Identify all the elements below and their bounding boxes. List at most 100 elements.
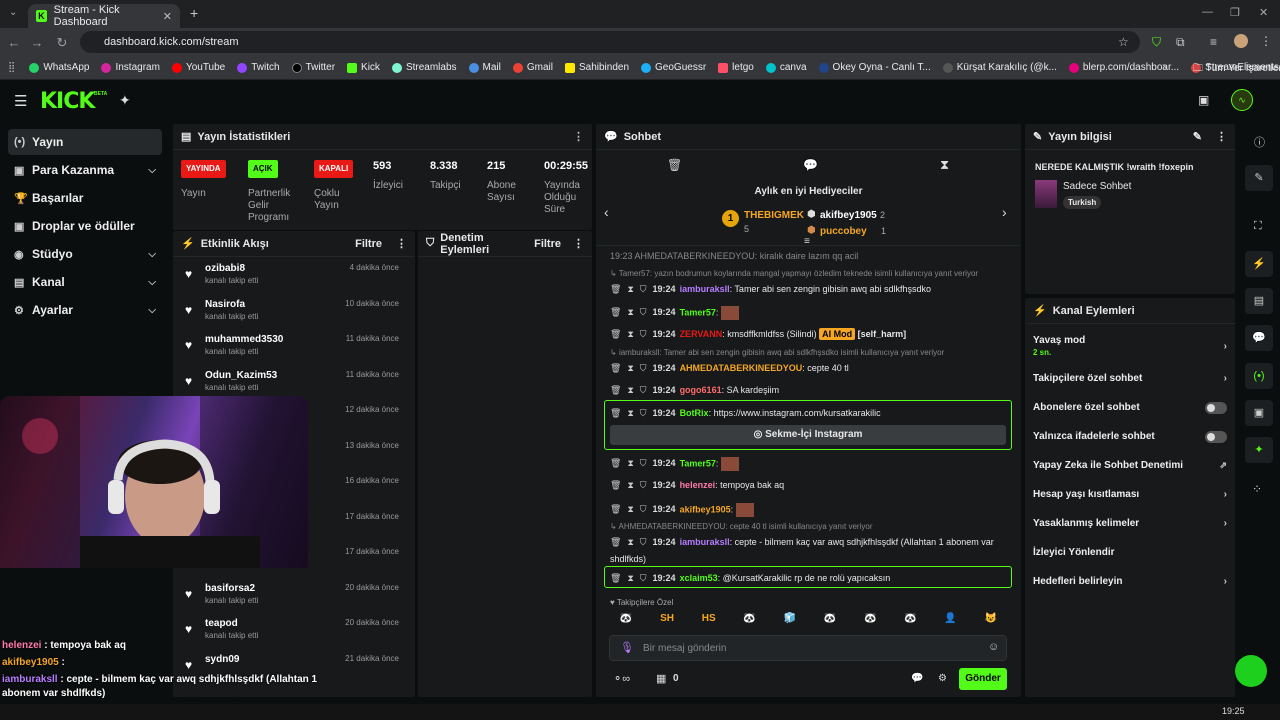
message-username[interactable]: Tamer57	[680, 307, 716, 317]
delete-message-icon[interactable]: 🗑	[610, 458, 621, 468]
chat-bubble-icon[interactable]: 💬	[911, 673, 923, 684]
gifter-name[interactable]: puccobey	[820, 226, 867, 237]
more-options-icon[interactable]: ⋮	[573, 130, 584, 143]
reload-icon[interactable]: ↻	[51, 35, 73, 51]
forward-icon[interactable]: →	[26, 35, 48, 50]
channel-points-icon[interactable]: ⚬∞	[613, 672, 630, 685]
message-username[interactable]: gogo6161	[680, 385, 722, 395]
more-options-icon[interactable]: ⋮	[573, 237, 584, 250]
toggle-switch[interactable]	[1205, 430, 1227, 443]
sidebar-item-para-kazanma[interactable]: ▣ Para Kazanma ⌵	[8, 157, 162, 183]
tools-icon[interactable]: ✦	[119, 92, 131, 109]
sidebar-item-yayin[interactable]: (•) Yayın	[8, 129, 162, 155]
ban-shield-icon[interactable]: ⛉	[640, 480, 647, 490]
url-input[interactable]: dashboard.kick.com/stream	[80, 31, 1140, 53]
emote-button[interactable]: 🐼	[743, 613, 755, 624]
layout-rail-button[interactable]: ▣	[1245, 400, 1273, 426]
bookmark-item[interactable]: Kürşat Karakılıç (@k...	[942, 62, 1057, 73]
delete-message-icon[interactable]: 🗑	[610, 329, 621, 339]
bolt-rail-button[interactable]: ⚡	[1245, 251, 1273, 277]
emote-button[interactable]: 😺	[985, 613, 997, 624]
channel-action-item[interactable]: Yapay Zeka ile Sohbet Denetimi ⇗	[1025, 451, 1235, 480]
user-avatar[interactable]: ∿	[1231, 89, 1253, 111]
media-icon[interactable]: ≡	[1210, 35, 1217, 49]
channel-action-item[interactable]: Takipçilere özel sohbet ›	[1025, 364, 1235, 393]
gifter-name[interactable]: akifbey1905	[820, 210, 877, 221]
ban-shield-icon[interactable]: ⛉	[640, 307, 647, 317]
tab-search-icon[interactable]: ⌄	[9, 7, 17, 18]
message-username[interactable]: iamburaksll	[680, 284, 730, 294]
sidebar-item-ayarlar[interactable]: ⚙ Ayarlar ⌵	[8, 297, 162, 323]
broadcast-rail-button[interactable]: (•)	[1245, 363, 1273, 389]
external-link-icon[interactable]: ⇗	[1219, 460, 1227, 471]
emote-button[interactable]: 🐼	[904, 613, 916, 624]
collapse-icon[interactable]: ≡	[804, 236, 810, 247]
timeout-icon[interactable]: ⧗	[627, 307, 633, 317]
emote-button[interactable]: HS	[702, 613, 716, 624]
sidebar-item-droplar[interactable]: ▣ Droplar ve ödüller	[8, 213, 162, 239]
trash-icon[interactable]: 🗑	[667, 158, 682, 172]
delete-message-icon[interactable]: 🗑	[610, 307, 621, 317]
mic-icon[interactable]: 🎙	[620, 641, 634, 654]
widgets-icon[interactable]: ⁘	[1252, 482, 1262, 496]
minimize-icon[interactable]: —	[1202, 6, 1213, 18]
hamburger-menu-icon[interactable]: ☰	[14, 92, 27, 110]
message-username[interactable]: helenzei	[680, 480, 716, 490]
browser-tab[interactable]: K Stream - Kick Dashboard ✕	[28, 4, 180, 28]
emote-button[interactable]: 🐼	[864, 613, 876, 624]
bookmark-item[interactable]: Instagram	[101, 62, 160, 73]
sidebar-item-basarilar[interactable]: 🏆 Başarılar	[8, 185, 162, 211]
moderation-filter-button[interactable]: Filtre	[534, 238, 561, 250]
delete-message-icon[interactable]: 🗑	[610, 363, 621, 373]
browser-menu-icon[interactable]: ⋮	[1260, 34, 1272, 48]
timeout-icon[interactable]: ⧗	[627, 363, 633, 373]
all-bookmarks-folder[interactable]: 🗀 Tüm Yer İşaretleri	[1193, 61, 1280, 78]
more-options-icon[interactable]: ⋮	[1216, 130, 1227, 143]
bookmark-item[interactable]: Gmail	[512, 62, 553, 73]
bookmark-item[interactable]: Okey Oyna - Canlı T...	[818, 62, 931, 73]
close-window-icon[interactable]: ✕	[1259, 6, 1268, 19]
instagram-button[interactable]: ◎ Sekme-İçi Instagram	[610, 425, 1006, 445]
new-tab-icon[interactable]: +	[190, 5, 198, 21]
ban-shield-icon[interactable]: ⛉	[640, 284, 647, 294]
channel-action-item[interactable]: Hesap yaşı kısıtlaması ›	[1025, 480, 1235, 509]
emoji-icon[interactable]: ☺	[988, 641, 999, 653]
chat-mode-icon[interactable]: 💬	[803, 158, 818, 172]
info-icon[interactable]: ⓘ	[1254, 134, 1265, 150]
timeout-icon[interactable]: ⧗	[627, 480, 633, 490]
kick-logo[interactable]: KICK	[40, 89, 95, 114]
channel-action-item[interactable]: Yasaklanmış kelimeler ›	[1025, 509, 1235, 538]
activity-filter-button[interactable]: Filtre	[355, 238, 382, 250]
chat-rail-button[interactable]: 💬	[1245, 325, 1273, 351]
fullscreen-icon[interactable]: ⛶	[1254, 220, 1262, 233]
emote-button[interactable]: 🐼	[620, 613, 632, 624]
bookmark-item[interactable]: Kick	[347, 62, 380, 73]
chat-input[interactable]: 🎙 Bir mesaj gönderin ☺	[609, 635, 1007, 661]
creator-icon[interactable]: ▣	[1198, 93, 1209, 107]
bookmark-item[interactable]: Twitch	[237, 62, 280, 73]
timeout-icon[interactable]: ⧗	[627, 504, 633, 514]
message-username[interactable]: ZERVANN	[680, 329, 723, 339]
maximize-icon[interactable]: ❐	[1230, 6, 1240, 19]
apps-grid-icon[interactable]: ⣿	[8, 62, 15, 73]
message-username[interactable]: akifbey1905	[680, 504, 731, 514]
bookmark-item[interactable]: YouTube	[171, 62, 225, 73]
bookmark-item[interactable]: letgo	[718, 62, 754, 73]
back-icon[interactable]: ←	[3, 35, 25, 50]
bookmark-item[interactable]: Twitter	[291, 62, 335, 73]
channel-action-item[interactable]: Abonelere özel sohbet	[1025, 393, 1235, 422]
ban-shield-icon[interactable]: ⛉	[640, 504, 647, 514]
bookmark-item[interactable]: canva	[765, 62, 807, 73]
next-arrow-icon[interactable]: ›	[1002, 204, 1007, 220]
channel-action-item[interactable]: İzleyici Yönlendir	[1025, 538, 1235, 567]
bookmark-item[interactable]: GeoGuessr	[641, 62, 706, 73]
channel-action-item[interactable]: Yavaş mod 2 sn. ›	[1025, 328, 1235, 364]
ban-shield-icon[interactable]: ⛉	[640, 458, 647, 468]
channel-action-item[interactable]: Yalnızca ifadelerle sohbet	[1025, 422, 1235, 451]
sidebar-item-kanal[interactable]: ▤ Kanal ⌵	[8, 269, 162, 295]
more-bookmarks-icon[interactable]: »	[1162, 61, 1168, 72]
send-button[interactable]: Gönder	[959, 668, 1007, 690]
tools-rail-button[interactable]: ✦	[1245, 437, 1273, 463]
sidebar-item-studyo[interactable]: ◉ Stüdyo ⌵	[8, 241, 162, 267]
bookmark-item[interactable]: Sahibinden	[564, 62, 629, 73]
